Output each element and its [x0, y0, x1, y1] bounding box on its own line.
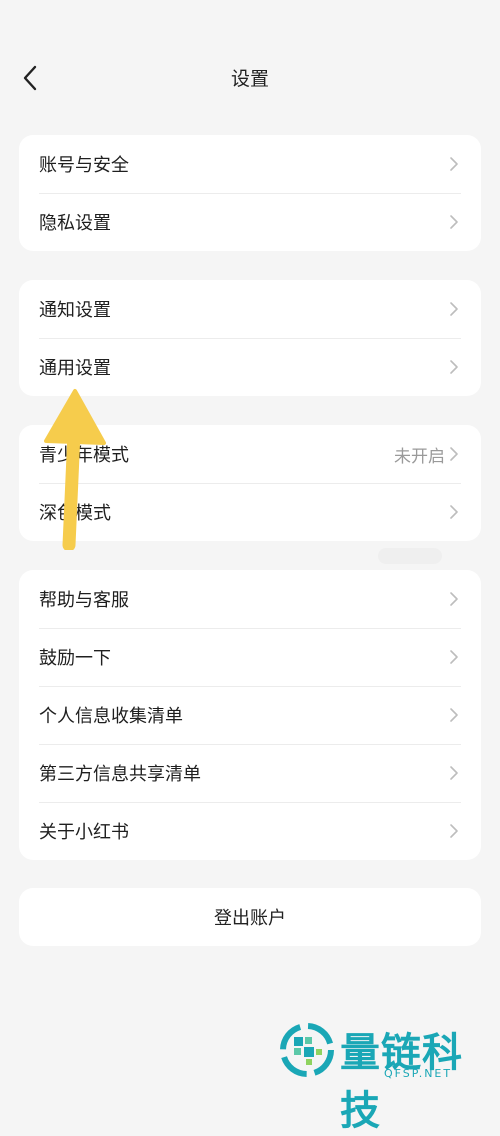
settings-item-label: 通用设置: [39, 358, 111, 379]
chevron-right-icon: [449, 823, 459, 839]
settings-item-youth-mode[interactable]: 青少年模式 未开启: [19, 425, 481, 483]
settings-item-label: 个人信息收集清单: [39, 706, 183, 727]
settings-item-label: 深色模式: [39, 503, 111, 524]
youth-mode-status: 未开启: [394, 446, 445, 467]
settings-item-encourage[interactable]: 鼓励一下: [19, 628, 481, 686]
settings-item-label: 通知设置: [39, 300, 111, 321]
brand-logo-icon: [280, 1023, 334, 1077]
chevron-right-icon: [449, 359, 459, 375]
settings-item-label: 青少年模式: [39, 445, 129, 466]
page-title: 设置: [230, 68, 269, 90]
chevron-right-icon: [449, 156, 459, 172]
logout-button[interactable]: 登出账户: [19, 888, 481, 946]
chevron-right-icon: [449, 446, 459, 462]
faint-overlay: [378, 548, 442, 564]
settings-item-label: 第三方信息共享清单: [39, 764, 201, 785]
header-bar: 设置: [0, 50, 500, 106]
settings-item-help[interactable]: 帮助与客服: [19, 570, 481, 628]
settings-item-privacy[interactable]: 隐私设置: [19, 193, 481, 251]
chevron-right-icon: [449, 301, 459, 317]
settings-group-account: 账号与安全 隐私设置: [19, 135, 481, 251]
settings-item-account-security[interactable]: 账号与安全: [19, 135, 481, 193]
settings-group-general: 通知设置 通用设置: [19, 280, 481, 396]
settings-item-label: 帮助与客服: [39, 590, 129, 611]
settings-item-general[interactable]: 通用设置: [19, 338, 481, 396]
chevron-right-icon: [449, 214, 459, 230]
chevron-right-icon: [449, 504, 459, 520]
chevron-right-icon: [449, 707, 459, 723]
settings-item-label: 账号与安全: [39, 155, 129, 176]
settings-item-label: 鼓励一下: [39, 648, 111, 669]
settings-group-modes: 青少年模式 未开启 深色模式: [19, 425, 481, 541]
settings-item-label: 隐私设置: [39, 213, 111, 234]
settings-item-about[interactable]: 关于小红书: [19, 802, 481, 860]
watermark-url: QFSP.NET: [384, 1067, 453, 1080]
settings-group-about: 帮助与客服 鼓励一下 个人信息收集清单 第三方信息共享清单 关于小红书: [19, 570, 481, 860]
settings-item-notifications[interactable]: 通知设置: [19, 280, 481, 338]
chevron-right-icon: [449, 765, 459, 781]
settings-item-third-party-list[interactable]: 第三方信息共享清单: [19, 744, 481, 802]
settings-item-dark-mode[interactable]: 深色模式: [19, 483, 481, 541]
settings-item-personal-info-list[interactable]: 个人信息收集清单: [19, 686, 481, 744]
watermark: 量链科技 QFSP.NET: [280, 1020, 500, 1134]
chevron-right-icon: [449, 649, 459, 665]
settings-item-label: 关于小红书: [39, 822, 129, 843]
chevron-right-icon: [449, 591, 459, 607]
